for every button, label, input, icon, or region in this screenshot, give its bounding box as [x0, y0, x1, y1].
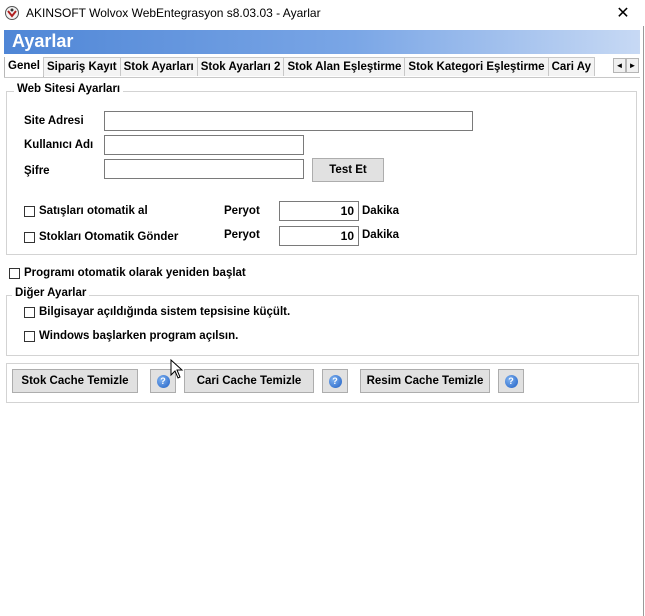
site-address-label: Site Adresi — [24, 115, 84, 127]
username-label: Kullanıcı Adı — [24, 139, 94, 151]
site-address-input[interactable] — [104, 111, 473, 131]
tab-stok-ayarlari-2[interactable]: Stok Ayarları 2 — [196, 57, 285, 76]
other-settings-legend: Diğer Ayarlar — [12, 287, 90, 299]
auto-restart-label: Programı otomatik olarak yeniden başlat — [24, 267, 246, 279]
minimize-to-tray-checkbox[interactable]: Bilgisayar açıldığında sistem tepsisine … — [24, 306, 290, 318]
run-at-startup-checkbox-box[interactable] — [24, 330, 35, 342]
help-icon: ? — [156, 374, 170, 388]
window-title: AKINSOFT Wolvox WebEntegrasyon s8.03.03 … — [26, 6, 321, 20]
auto-restart-checkbox-box[interactable] — [9, 267, 20, 279]
close-button[interactable]: ✕ — [601, 0, 645, 26]
tab-scroll-left-button[interactable]: ◄ — [613, 58, 626, 73]
help-icon: ? — [504, 374, 518, 388]
web-settings-legend: Web Sitesi Ayarları — [14, 83, 124, 95]
image-cache-clear-button[interactable]: Resim Cache Temizle — [360, 369, 490, 393]
run-at-startup-checkbox[interactable]: Windows başlarken program açılsın. — [24, 330, 238, 342]
stock-auto-checkbox[interactable]: Stokları Otomatik Gönder — [24, 231, 178, 243]
other-settings-group — [6, 295, 639, 356]
tab-cari-ayarlari[interactable]: Cari Ay — [547, 57, 595, 76]
cari-cache-clear-button[interactable]: Cari Cache Temizle — [184, 369, 314, 393]
tab-genel[interactable]: Genel — [4, 57, 44, 77]
tab-siparis-kayit[interactable]: Sipariş Kayıt — [42, 57, 121, 76]
image-cache-help-button[interactable]: ? — [498, 369, 524, 393]
stock-auto-label: Stokları Otomatik Gönder — [39, 231, 179, 243]
minimize-to-tray-label: Bilgisayar açıldığında sistem tepsisine … — [39, 306, 291, 318]
app-icon — [5, 6, 19, 20]
sales-period-input[interactable] — [279, 201, 359, 221]
page-title: Ayarlar — [12, 31, 74, 51]
username-input[interactable] — [104, 135, 304, 155]
password-label: Şifre — [24, 165, 50, 177]
stock-period-unit: Dakika — [362, 229, 400, 241]
password-input[interactable] — [104, 159, 304, 179]
stock-period-input[interactable] — [279, 226, 359, 246]
tab-stok-alan-eslestirme[interactable]: Stok Alan Eşleştirme — [283, 57, 406, 76]
tab-panel-genel: Web Sitesi Ayarları Site Adresi Kullanıc… — [4, 77, 640, 616]
header-band: Ayarlar — [4, 30, 640, 54]
stock-cache-clear-button[interactable]: Stok Cache Temizle — [12, 369, 138, 393]
tab-stok-kategori-eslestirme[interactable]: Stok Kategori Eşleştirme — [404, 57, 549, 76]
auto-restart-checkbox[interactable]: Programı otomatik olarak yeniden başlat — [9, 267, 246, 279]
sales-period-unit: Dakika — [362, 205, 400, 217]
cari-cache-help-button[interactable]: ? — [322, 369, 348, 393]
test-connection-button[interactable]: Test Et — [312, 158, 384, 182]
sales-period-label: Peryot — [224, 205, 260, 217]
tab-scroll-right-button[interactable]: ► — [626, 58, 639, 73]
sales-auto-checkbox[interactable]: Satışları otomatik al — [24, 205, 148, 217]
sales-auto-checkbox-box[interactable] — [24, 205, 35, 217]
stock-period-label: Peryot — [224, 229, 260, 241]
tab-stok-ayarlari[interactable]: Stok Ayarları — [119, 57, 198, 76]
run-at-startup-label: Windows başlarken program açılsın. — [39, 330, 239, 342]
stock-auto-checkbox-box[interactable] — [24, 231, 35, 243]
mouse-cursor-icon — [170, 359, 184, 379]
sales-auto-label: Satışları otomatik al — [39, 205, 148, 217]
minimize-to-tray-checkbox-box[interactable] — [24, 306, 35, 318]
help-icon: ? — [328, 374, 342, 388]
title-bar: AKINSOFT Wolvox WebEntegrasyon s8.03.03 … — [0, 0, 645, 26]
tab-strip: Genel Sipariş Kayıt Stok Ayarları Stok Ayar… — [4, 57, 614, 77]
